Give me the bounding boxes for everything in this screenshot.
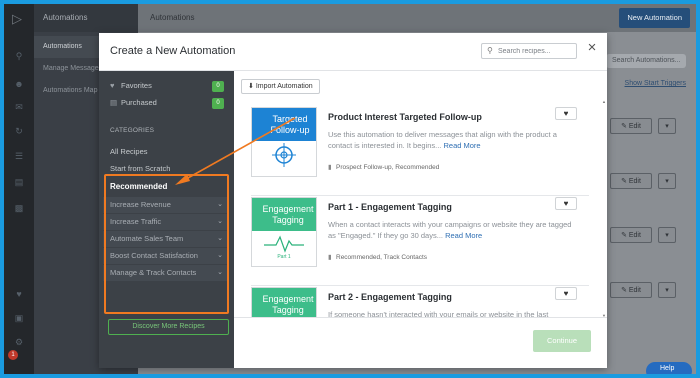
new-automation-button[interactable]: New Automation — [619, 8, 690, 28]
modal-footer: Continue — [234, 317, 607, 368]
highlight-box — [104, 174, 229, 314]
search-icon[interactable]: ⚲ — [13, 50, 25, 62]
favorite-heart-button[interactable]: ♥ — [555, 197, 577, 210]
thumbnail-subtitle: Part 1 — [277, 254, 291, 260]
recipe-thumbnail: Engagement Tagging Part 1 — [251, 197, 317, 267]
favorites-item[interactable]: ♥ Favorites — [110, 80, 152, 92]
purchased-item[interactable]: ▤ Purchased — [110, 97, 157, 109]
recipe-search[interactable]: ⚲ — [481, 43, 577, 59]
create-automation-modal: Create a New Automation ⚲ × ♥Favorites 0… — [99, 33, 607, 368]
divider — [251, 195, 589, 196]
lists-icon[interactable]: ▤ — [13, 176, 25, 188]
thumbnail-title: Engagement Tagging — [252, 198, 316, 231]
page-title: Automations — [150, 13, 195, 22]
reports-icon[interactable]: ▩ — [13, 202, 25, 214]
recipe-description: Use this automation to deliver messages … — [328, 130, 557, 150]
scrollbar[interactable]: ▲ ▼ — [602, 99, 606, 319]
recipe-card[interactable]: Engagement Tagging Part 1 Part 1 - Engag… — [251, 197, 591, 281]
close-icon[interactable]: × — [585, 40, 599, 55]
chevron-down-icon[interactable]: ▾ — [658, 227, 676, 243]
import-automation-button[interactable]: ⬇ Import Automation — [241, 79, 320, 94]
settings-icon[interactable]: ⚙ — [13, 336, 25, 348]
automations-icon[interactable]: ↻ — [13, 125, 25, 137]
heart-icon: ♥ — [563, 109, 569, 118]
contacts-icon[interactable]: ☻ — [13, 78, 25, 90]
target-icon — [272, 143, 296, 167]
show-start-triggers-link[interactable]: Show Start Triggers — [625, 80, 686, 87]
categories-heading: CATEGORIES — [110, 127, 155, 134]
deals-icon[interactable]: ☰ — [13, 150, 25, 162]
edit-button[interactable]: ✎ Edit — [610, 227, 652, 243]
chevron-down-icon[interactable]: ▾ — [658, 173, 676, 189]
search-icon: ⚲ — [487, 46, 493, 55]
automation-search-input[interactable]: Search Automations... — [606, 54, 686, 68]
favorite-heart-button[interactable]: ♥ — [555, 107, 577, 120]
cart-icon: ▤ — [110, 98, 118, 107]
tag-icon: ▮ — [328, 164, 332, 171]
campaigns-icon[interactable]: ✉ — [13, 101, 25, 113]
discover-more-recipes-button[interactable]: Discover More Recipes — [108, 319, 229, 335]
edit-button[interactable]: ✎ Edit — [610, 173, 652, 189]
heart-icon[interactable]: ♥ — [13, 288, 25, 300]
heart-icon: ♥ — [110, 81, 115, 90]
edit-button[interactable]: ✎ Edit — [610, 282, 652, 298]
row-actions: ✎ Edit ▾ — [610, 173, 688, 189]
recipe-title: Product Interest Targeted Follow-up — [328, 112, 482, 122]
favorite-heart-button[interactable]: ♥ — [555, 287, 577, 300]
recipe-sidebar: ♥ Favorites 0 ▤ Purchased 0 CATEGORIES All… — [99, 71, 234, 368]
chevron-down-icon[interactable]: ▾ — [658, 118, 676, 134]
heart-icon: ♥ — [563, 199, 569, 208]
pages-icon[interactable]: ▣ — [13, 312, 25, 324]
divider — [251, 285, 589, 286]
category-all-recipes[interactable]: All Recipes — [110, 147, 148, 156]
recipe-description: When a contact interacts with your campa… — [328, 220, 572, 240]
recipe-thumbnail: Targeted Follow-up — [251, 107, 317, 177]
thumbnail-title: Targeted Follow-up — [252, 108, 316, 141]
read-more-link[interactable]: Read More — [444, 141, 481, 150]
favorites-count-badge: 0 — [212, 81, 224, 92]
modal-title: Create a New Automation — [110, 45, 236, 57]
recipe-tags: ▮ Recommended, Track Contacts — [328, 254, 428, 261]
read-more-link[interactable]: Read More — [445, 231, 482, 240]
modal-header: Create a New Automation ⚲ × — [99, 33, 607, 71]
recipe-search-input[interactable] — [498, 44, 574, 58]
edit-button[interactable]: ✎ Edit — [610, 118, 652, 134]
icon-rail: ▷ ⚲ ☻ ✉ ↻ ☰ ▤ ▩ ♥ ▣ ⚙ 1 — [4, 4, 34, 374]
row-actions: ✎ Edit ▾ — [610, 282, 688, 298]
heart-icon: ♥ — [563, 289, 569, 298]
chevron-down-icon[interactable]: ▾ — [658, 282, 676, 298]
logo-icon[interactable]: ▷ — [12, 12, 26, 26]
purchased-count-badge: 0 — [212, 98, 224, 109]
scroll-up-icon[interactable]: ▲ — [602, 99, 606, 104]
continue-button[interactable]: Continue — [533, 330, 591, 352]
download-icon: ⬇ — [248, 83, 254, 90]
nav-title: Automations — [34, 4, 138, 32]
category-start-from-scratch[interactable]: Start from Scratch — [110, 164, 170, 173]
notification-badge[interactable]: 1 — [8, 350, 18, 360]
recipe-card[interactable]: Targeted Follow-up Product Interest Targ… — [251, 107, 591, 191]
pulse-icon — [264, 235, 304, 253]
recipe-tags: ▮ Prospect Follow-up, Recommended — [328, 164, 440, 171]
row-actions: ✎ Edit ▾ — [610, 227, 688, 243]
recipe-title: Part 1 - Engagement Tagging — [328, 202, 452, 212]
row-actions: ✎ Edit ▾ — [610, 118, 688, 134]
tag-icon: ▮ — [328, 254, 332, 261]
help-button[interactable]: Help — [646, 362, 692, 374]
app-window: ▷ ⚲ ☻ ✉ ↻ ☰ ▤ ▩ ♥ ▣ ⚙ 1 Automations Auto… — [4, 4, 696, 374]
top-bar: Automations New Automation — [138, 4, 696, 32]
recipe-title: Part 2 - Engagement Tagging — [328, 292, 452, 302]
